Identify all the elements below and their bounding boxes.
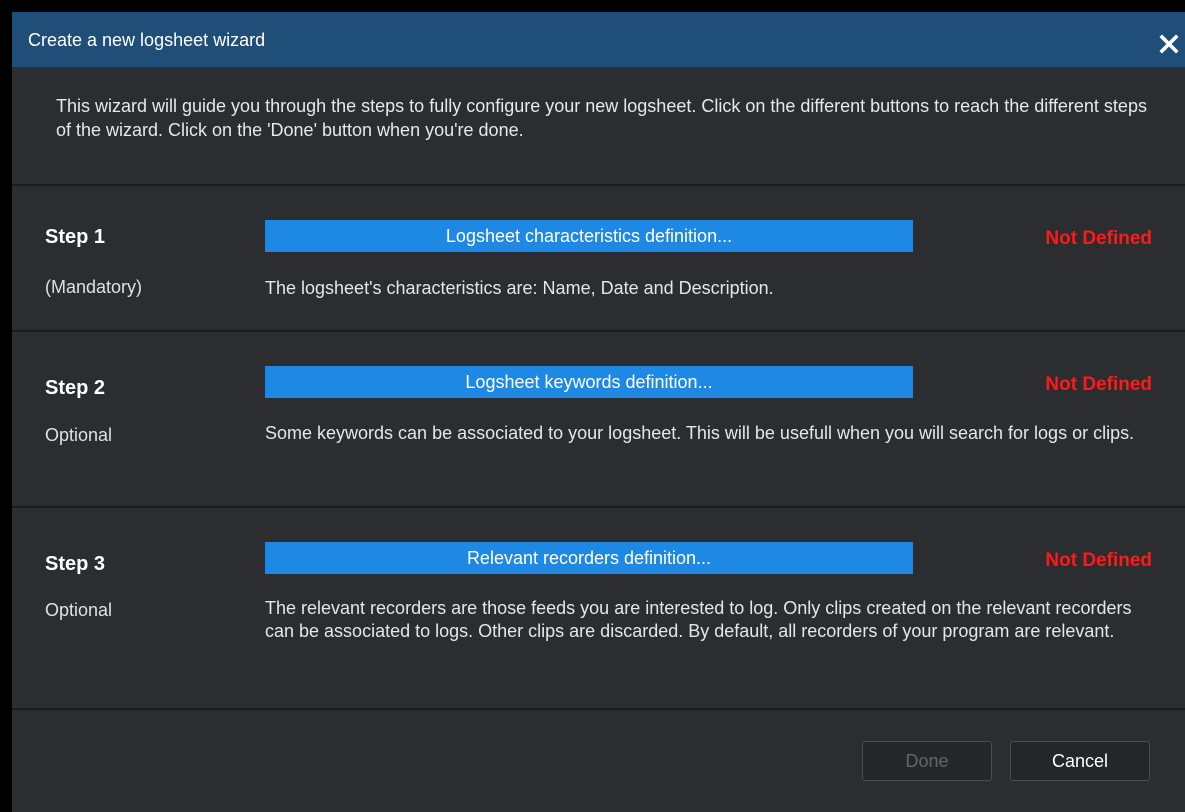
step-title: Step 1 — [45, 226, 106, 248]
logsheet-characteristics-button[interactable]: Logsheet characteristics definition... — [265, 220, 913, 252]
step-1-status: Not Defined — [1045, 228, 1152, 249]
logsheet-wizard-dialog: Create a new logsheet wizard This wizard… — [12, 12, 1185, 812]
divider — [12, 708, 1185, 710]
dialog-titlebar: Create a new logsheet wizard — [12, 12, 1185, 67]
dialog-title: Create a new logsheet wizard — [28, 30, 266, 50]
step-requirement: Optional — [45, 425, 113, 445]
step-3-description: The relevant recorders are those feeds y… — [265, 598, 1132, 641]
logsheet-keywords-button[interactable]: Logsheet keywords definition... — [265, 366, 913, 398]
close-icon[interactable] — [1157, 32, 1181, 56]
step-1-section: Step 1 (Mandatory) Logsheet characterist… — [12, 186, 1185, 330]
step-2-status: Not Defined — [1045, 374, 1152, 395]
step-requirement: Optional — [45, 600, 113, 620]
step-title: Step 2 — [45, 377, 106, 399]
wizard-intro-text: This wizard will guide you through the s… — [56, 96, 1147, 140]
done-button[interactable]: Done — [862, 741, 992, 781]
step-requirement: (Mandatory) — [45, 277, 143, 297]
step-3-status: Not Defined — [1045, 550, 1152, 571]
relevant-recorders-button[interactable]: Relevant recorders definition... — [265, 542, 913, 574]
step-1-description: The logsheet's characteristics are: Name… — [265, 278, 774, 298]
step-3-section: Step 3 Optional Relevant recorders defin… — [12, 508, 1185, 708]
step-title: Step 3 — [45, 553, 106, 575]
step-2-section: Step 2 Optional Logsheet keywords defini… — [12, 332, 1185, 506]
step-2-description: Some keywords can be associated to your … — [265, 423, 1135, 443]
cancel-button[interactable]: Cancel — [1010, 741, 1150, 781]
